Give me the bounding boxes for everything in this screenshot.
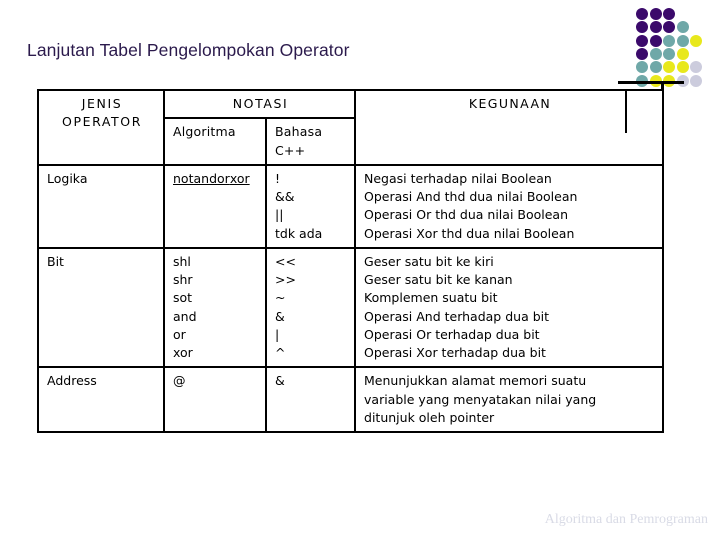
header-bahasa-line2: C++ [275,142,306,158]
decorative-dot-teal [663,47,676,60]
decorative-dot-teal [676,21,689,34]
notasi-algoritma-item: not [173,170,193,188]
header-operator-line2: OPERATOR [62,114,142,130]
header-algoritma: Algoritma [163,117,267,166]
notasi-algoritma-item: and [193,170,217,188]
decorative-dot-purple [649,8,662,20]
header-kegunaan: KEGUNAAN [354,89,665,166]
notasi-algoritma-text: and [193,170,218,186]
kegunaan-item: Operasi Or terhadap dua bit [364,326,540,342]
decorative-dot-grid [636,8,714,90]
decorative-dot-teal [636,61,648,74]
notasi-bahasa-item: >> [275,272,296,287]
kegunaan-item: Operasi Xor thd dua nilai Boolean [364,225,575,241]
notasi-algoritma-item: and [173,308,197,324]
notasi-bahasa-item: << [275,253,296,269]
decorative-dot-purple [663,8,676,20]
notasi-bahasa-item: || [275,207,284,223]
operator-grouping-table: JENIS OPERATOR NOTASI KEGUNAAN Algoritma… [37,88,665,433]
decorative-dot-yellow [676,61,689,74]
cell-jenis-operator: Logika [37,163,165,249]
kegunaan-item: Menunjukkan alamat memori suatu [364,373,587,389]
notasi-algoritma-item: @ [173,373,186,389]
notasi-bahasa-item: && [275,189,295,204]
decorative-dot-purple [636,8,648,20]
kegunaan-item: Komplemen suatu bit [364,290,498,306]
decorative-dot-yellow [663,61,676,74]
notasi-algoritma-item: xor [230,170,250,188]
notasi-algoritma-item: or [217,170,230,188]
kegunaan-item: Operasi And terhadap dua bit [364,308,550,324]
notasi-bahasa-item: & [275,373,285,389]
notasi-algoritma-item: sot [173,290,193,306]
cell-notasi-algoritma: notandorxor [163,163,267,249]
notasi-algoritma-text: not [173,170,194,186]
cell-notasi-algoritma: shl shr sot and or xor [163,246,267,369]
decorative-dot-purple [636,47,648,60]
notasi-algoritma-item: shl [173,253,191,269]
notasi-bahasa-item: tdk ada [275,225,323,241]
decorative-dot-purple [663,21,676,34]
cell-kegunaan: Menunjukkan alamat memori suatu variable … [354,366,665,433]
cell-notasi-algoritma: @ [163,366,267,433]
notasi-algoritma-text: xor [229,170,250,186]
decorative-dot-teal [649,47,662,60]
kegunaan-item: Geser satu bit ke kanan [364,272,513,287]
cell-jenis-operator: Address [37,366,165,433]
table-row: Bit shl shr sot and or xor << >> ~ & | ^ Geser satu b… [37,246,665,369]
table-body: Logika notandorxor! && || tdk ada Negasi terh… [37,163,665,433]
cell-kegunaan: Geser satu bit ke kiri Geser satu bit ke … [354,246,665,369]
kegunaan-item: Geser satu bit ke kiri [364,253,494,269]
cell-notasi-bahasa-cpp: << >> ~ & | ^ [264,246,357,369]
decorative-dot-lavender [690,61,703,74]
kegunaan-item: ditunjuk oleh pointer [364,409,495,425]
kegunaan-item: Negasi terhadap nilai Boolean [364,170,552,186]
decorative-dot-teal [663,34,676,47]
cell-notasi-bahasa-cpp: ! && || tdk ada [264,163,357,249]
notasi-algoritma-item: xor [173,345,193,360]
decorative-dot-yellow [690,34,703,47]
notasi-bahasa-item: & [275,308,285,324]
decorative-dot-purple [649,21,662,34]
header-bahasa-line1: Bahasa [275,124,323,140]
header-bahasa-cpp: Bahasa C++ [264,117,357,166]
kegunaan-header-tick [625,91,627,133]
notasi-bahasa-item: ~ [275,290,286,306]
kegunaan-item: Operasi Xor terhadap dua bit [364,345,546,360]
page-title: Lanjutan Tabel Pengelompokan Operator [27,40,350,60]
decorative-dot-lavender [690,74,703,87]
header-jenis-line1: JENIS [81,96,123,111]
slide-footer: Algoritma dan Pemrograman [544,512,708,527]
table-row: Address @ & Menunjukkan alamat memori suatu… [37,366,665,433]
decorative-dot-yellow [676,47,689,60]
kegunaan-item: variable yang menyatakan nilai yang [364,391,597,407]
notasi-algoritma-text: or [217,170,230,186]
kegunaan-item: Operasi And thd dua nilai Boolean [364,189,578,204]
decorative-dot-purple [636,34,648,47]
decorative-dot-teal [676,34,689,47]
notasi-bahasa-item: ! [275,170,281,186]
notasi-algoritma-item: or [173,326,186,342]
table-row: Logika notandorxor! && || tdk ada Negasi terh… [37,163,665,249]
header-jenis-operator: JENIS OPERATOR [37,89,165,166]
decorative-dot-purple [636,21,648,34]
notasi-algoritma-item: shr [173,272,193,287]
table-header-row-1: JENIS OPERATOR NOTASI KEGUNAAN [37,88,665,166]
cell-notasi-bahasa-cpp: & [264,366,357,433]
kegunaan-item: Operasi Or thd dua nilai Boolean [364,207,569,223]
header-notasi: NOTASI [162,88,357,120]
cell-kegunaan: Negasi terhadap nilai Boolean Operasi And… [354,163,665,249]
decorative-dot-teal [649,61,662,74]
top-rule-horizontal [618,81,684,84]
cell-jenis-operator: Bit [37,246,165,369]
decorative-dot-purple [649,34,662,47]
notasi-bahasa-item: | [275,326,280,342]
notasi-bahasa-item: ^ [275,345,286,360]
